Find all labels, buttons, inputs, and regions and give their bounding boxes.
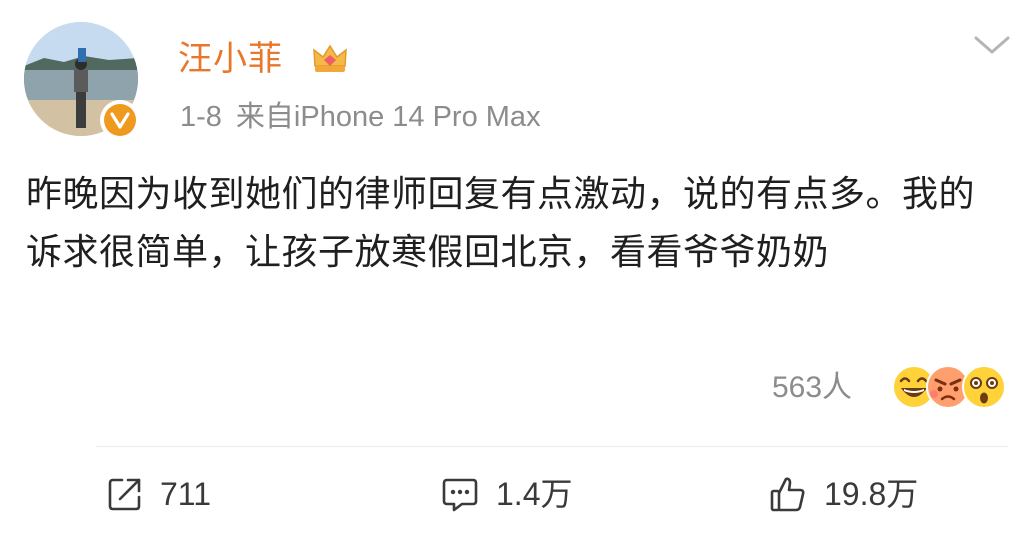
crown-icon[interactable] — [310, 38, 350, 78]
comment-count: 1.4万 — [496, 476, 573, 512]
post-source: 来自iPhone 14 Pro Max — [235, 101, 541, 133]
like-count: 19.8万 — [824, 476, 919, 512]
reaction-emojis[interactable] — [890, 362, 1008, 412]
repost-icon — [108, 478, 141, 511]
repost-count: 711 — [160, 476, 212, 512]
thumbs-up-icon — [770, 477, 805, 512]
comment-icon — [442, 478, 478, 512]
username[interactable]: 汪小菲 — [178, 34, 283, 84]
chevron-down-icon[interactable] — [972, 32, 1012, 58]
post-date: 1-8 — [180, 101, 222, 133]
repost-button[interactable]: 711 — [106, 470, 211, 518]
post-text: 昨晚因为收到她们的律师回复有点激动，说的有点多。我的诉求很简单，让孩子放寒假回北… — [26, 174, 976, 273]
weibo-post-card: 汪小菲 1-8 来自iPhone 14 Pro Max 昨晚因为收到她们的律师回复… — [0, 0, 1024, 541]
reactions-count[interactable]: 563人 — [772, 366, 852, 410]
divider — [96, 446, 1008, 447]
post-meta: 1-8 来自iPhone 14 Pro Max — [180, 97, 541, 137]
like-button[interactable]: 19.8万 — [768, 470, 918, 518]
verified-badge — [100, 100, 140, 140]
comment-button[interactable]: 1.4万 — [440, 470, 573, 518]
verified-v-icon — [110, 112, 130, 129]
surprised-emoji-icon — [962, 365, 1006, 409]
